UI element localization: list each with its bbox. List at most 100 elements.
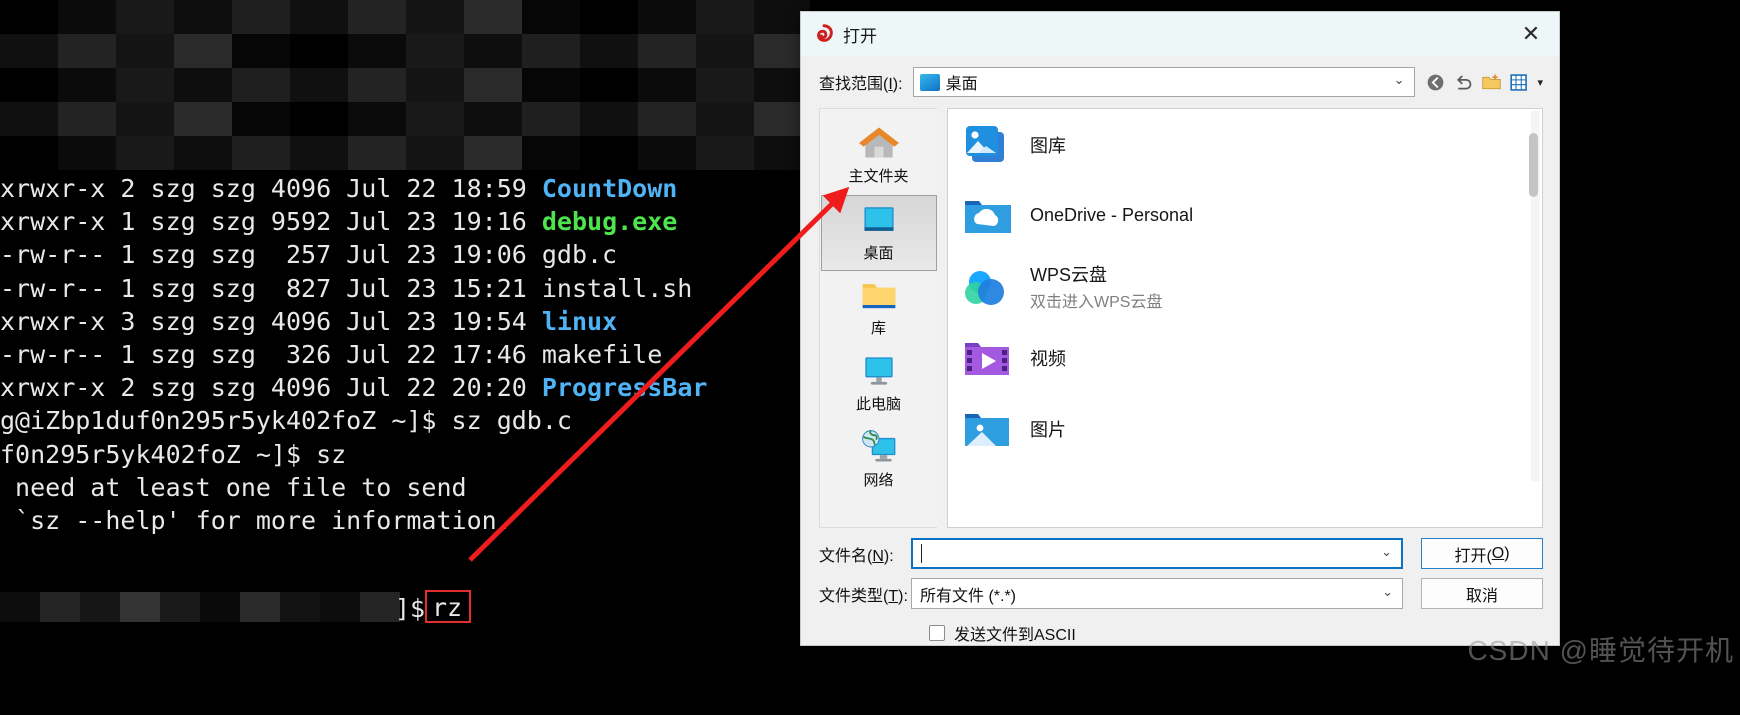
close-icon[interactable]: ✕: [1503, 12, 1559, 56]
redaction-block: [320, 592, 360, 622]
dialog-toolbar: ▾: [1425, 72, 1543, 93]
redaction-block: [522, 102, 580, 136]
pictures-folder-icon: [960, 405, 1016, 453]
terminal-line: -rw-r-- 1 szg szg 257 Jul 23 19:06 gdb.c: [0, 238, 707, 271]
file-list[interactable]: 图库 OneDrive - Personal WPS云盘 双击进入WPS云盘视频图片: [947, 108, 1543, 528]
filename-input[interactable]: ⌄: [911, 538, 1403, 569]
chevron-down-icon[interactable]: ⌄: [1394, 73, 1405, 88]
gallery-icon: [966, 125, 1004, 162]
redaction-block: [58, 0, 116, 34]
redaction-block: [464, 0, 522, 34]
terminal-window[interactable]: xrwxr-x 2 szg szg 4096 Jul 22 18:59 Coun…: [0, 0, 900, 700]
file-list-item[interactable]: OneDrive - Personal: [948, 180, 1542, 251]
terminal-text: -rw-r-- 1 szg szg 257 Jul 23 19:06 gdb.c: [0, 240, 618, 270]
chevron-down-icon[interactable]: ⌄: [1382, 585, 1393, 600]
cancel-button[interactable]: 取消: [1421, 578, 1543, 609]
wps-cloud-icon: [960, 263, 1016, 311]
file-item-name: 视频: [1030, 348, 1066, 369]
sidebar-item-1[interactable]: 桌面: [820, 195, 937, 271]
filetype-row: 文件类型(T): 所有文件 (*.*) ⌄ 取消: [819, 578, 1543, 609]
home-icon: [857, 123, 901, 163]
view-mode-dropdown-icon[interactable]: ▾: [1537, 76, 1543, 89]
filetype-value: 所有文件 (*.*): [920, 587, 1017, 605]
redaction-block: [232, 102, 290, 136]
new-folder-icon[interactable]: [1481, 72, 1502, 93]
file-list-item[interactable]: 视频: [948, 322, 1542, 393]
look-in-combobox[interactable]: 桌面 ⌄: [912, 67, 1416, 97]
redaction-block: [638, 102, 696, 136]
home-icon: [858, 127, 899, 158]
prompt-tail: ]$: [395, 594, 426, 623]
file-list-item[interactable]: 图库: [948, 109, 1542, 180]
view-mode-icon[interactable]: [1509, 72, 1530, 93]
open-button[interactable]: 打开(O): [1421, 538, 1543, 569]
redaction-block: [174, 68, 232, 102]
sidebar-item-0[interactable]: 主文件夹: [822, 119, 936, 195]
sidebar-item-3[interactable]: 此电脑: [822, 347, 936, 423]
terminal-line: -rw-r-- 1 szg szg 827 Jul 23 15:21 insta…: [0, 272, 707, 305]
chevron-down-icon[interactable]: ⌄: [1381, 545, 1392, 560]
redaction-block: [240, 592, 280, 622]
redaction-block: [232, 136, 290, 170]
sidebar-item-2[interactable]: 库: [822, 271, 936, 347]
terminal-text: `sz --help' for more information.: [0, 505, 512, 535]
redaction-block: [464, 68, 522, 102]
redaction-block: [638, 0, 696, 34]
scrollbar-thumb[interactable]: [1529, 133, 1538, 197]
redaction-block: [0, 0, 58, 34]
terminal-output: xrwxr-x 2 szg szg 4096 Jul 22 18:59 Coun…: [0, 172, 707, 537]
terminal-line: xrwxr-x 2 szg szg 4096 Jul 22 20:20 Prog…: [0, 371, 707, 404]
redaction-block: [160, 592, 200, 622]
terminal-text: xrwxr-x 2 szg szg 4096 Jul 22 20:20: [0, 373, 542, 403]
file-list-item[interactable]: 图片: [948, 393, 1542, 464]
redaction-block: [0, 136, 58, 170]
redaction-block: [0, 102, 58, 136]
redaction-block: [464, 136, 522, 170]
redaction-block: [40, 592, 80, 622]
up-one-level-icon[interactable]: [1453, 72, 1474, 93]
redaction-block: [174, 102, 232, 136]
file-list-rows: 图库 OneDrive - Personal WPS云盘 双击进入WPS云盘视频图片: [948, 109, 1542, 464]
terminal-line: -rw-r-- 1 szg szg 326 Jul 22 17:46 makef…: [0, 338, 707, 371]
onedrive-icon: [965, 200, 1011, 233]
redaction-block: [696, 68, 754, 102]
file-item-name: 图片: [1030, 419, 1066, 440]
ascii-option-row: 发送文件到ASCII: [819, 621, 1543, 645]
look-in-row: 查找范围(I): 桌面 ⌄ ▾: [801, 56, 1559, 108]
sidebar-item-4[interactable]: 网络: [822, 423, 936, 499]
redaction-block: [58, 34, 116, 68]
terminal-text: xrwxr-x 1 szg szg 9592 Jul 23 19:16: [0, 207, 542, 237]
dialog-body: 主文件夹 桌面库此电脑 网络 图库 OneDrive - Personal WPS云盘双…: [801, 108, 1559, 528]
redaction-block: [290, 102, 348, 136]
sidebar-item-label: 库: [870, 320, 886, 337]
redaction-block: [232, 68, 290, 102]
file-list-scrollbar[interactable]: [1529, 111, 1540, 481]
redaction-block: [116, 102, 174, 136]
redaction-block: [406, 0, 464, 34]
redaction-block: [290, 68, 348, 102]
rz-command-highlight: rz: [425, 590, 471, 623]
ascii-checkbox[interactable]: [929, 625, 945, 641]
redaction-block: [0, 34, 58, 68]
redaction-block: [232, 34, 290, 68]
redaction-block: [522, 136, 580, 170]
filetype-select[interactable]: 所有文件 (*.*) ⌄: [911, 578, 1403, 609]
terminal-line: need at least one file to send: [0, 471, 707, 504]
terminal-text: need at least one file to send: [0, 472, 467, 502]
filename-label: 文件名(N):: [819, 547, 894, 565]
file-item-text: 图库: [1030, 132, 1066, 158]
terminal-line: f0n295r5yk402foZ ~]$ sz: [0, 438, 707, 471]
terminal-text: ProgressBar: [541, 373, 708, 403]
redaction-block: [696, 102, 754, 136]
redaction-block: [174, 136, 232, 170]
file-list-item[interactable]: WPS云盘 双击进入WPS云盘: [948, 251, 1542, 322]
redaction-block: [406, 102, 464, 136]
redaction-block: [348, 0, 406, 34]
redaction-block: [522, 34, 580, 68]
terminal-redacted-top: [0, 0, 810, 170]
look-in-label: 查找范围(I):: [819, 76, 903, 93]
desktop-icon: [857, 200, 901, 240]
back-icon[interactable]: [1425, 72, 1446, 93]
redaction-block: [290, 136, 348, 170]
redaction-block: [360, 592, 400, 622]
